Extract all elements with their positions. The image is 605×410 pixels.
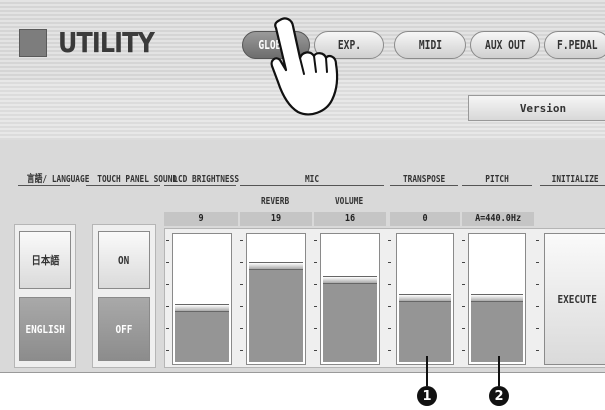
slider-tick — [240, 262, 243, 263]
execute-button[interactable]: EXECUTE — [544, 233, 605, 365]
page-title: UTILITY — [58, 26, 155, 59]
transpose-header: TRANSPOSE — [390, 174, 458, 186]
slider-tick — [462, 350, 465, 351]
slider-tick — [166, 306, 169, 307]
mic-header: MIC — [240, 174, 384, 186]
slider-tick — [240, 306, 243, 307]
slider-tick — [536, 284, 539, 285]
slider-tick — [462, 240, 465, 241]
slider-tick — [240, 350, 243, 351]
slider-tick — [388, 306, 391, 307]
lcd-brightness-slider[interactable] — [172, 233, 232, 365]
touch-sound-off-button[interactable]: OFF — [98, 297, 150, 361]
mic-volume-fill — [323, 282, 377, 362]
slider-tick — [314, 240, 317, 241]
slider-tick — [388, 284, 391, 285]
touch-sound-on-button[interactable]: ON — [98, 231, 150, 289]
slider-tick — [166, 350, 169, 351]
mic-reverb-slider[interactable] — [246, 233, 306, 365]
slider-tick — [388, 240, 391, 241]
language-english-button[interactable]: ENGLISH — [19, 297, 71, 361]
slider-tick — [388, 328, 391, 329]
mic-volume-value: 16 — [314, 212, 386, 226]
slider-tick — [240, 328, 243, 329]
slider-tick — [462, 262, 465, 263]
slider-tick — [536, 350, 539, 351]
pitch-header: PITCH — [462, 174, 532, 186]
lcd-brightness-fill — [175, 310, 229, 362]
slider-tick — [166, 328, 169, 329]
slider-tick — [240, 284, 243, 285]
slider-tick — [166, 284, 169, 285]
language-header: 言語/ LANGUAGE — [18, 174, 89, 186]
transpose-handle[interactable] — [399, 294, 451, 302]
mic-reverb-value: 19 — [240, 212, 312, 226]
slider-tick — [240, 240, 243, 241]
callout-2: 2 — [489, 386, 509, 406]
mic-reverb-fill — [249, 268, 303, 362]
tab-midi[interactable]: MIDI — [394, 31, 466, 59]
slider-tick — [462, 284, 465, 285]
pitch-value: A=440.0Hz — [462, 212, 534, 226]
pointing-hand-icon — [270, 17, 339, 116]
mic-volume-handle[interactable] — [323, 276, 377, 284]
utility-screen: UTILITY GLOBAL EXP. MIDI AUX OUT F.PEDAL… — [0, 0, 605, 373]
transpose-slider[interactable] — [396, 233, 454, 365]
mic-volume-label: VOLUME — [334, 196, 364, 207]
transpose-value: 0 — [390, 212, 460, 226]
slider-tick — [388, 350, 391, 351]
mic-reverb-label: REVERB — [260, 196, 290, 207]
initialize-header: INITIALIZE — [540, 174, 605, 186]
callout-1: 1 — [417, 386, 437, 406]
transpose-fill — [399, 300, 451, 362]
pitch-handle[interactable] — [471, 294, 523, 302]
slider-tick — [166, 262, 169, 263]
language-japanese-button[interactable]: 日本語 — [19, 231, 71, 289]
slider-tick — [536, 240, 539, 241]
slider-tick — [462, 328, 465, 329]
slider-tick — [536, 262, 539, 263]
slider-tick — [536, 306, 539, 307]
tab-aux-out[interactable]: AUX OUT — [470, 31, 540, 59]
slider-tick — [314, 284, 317, 285]
tab-f-pedal[interactable]: F.PEDAL — [544, 31, 605, 59]
lcd-brightness-handle[interactable] — [175, 304, 229, 312]
slider-tick — [536, 328, 539, 329]
lcd-brightness-value: 9 — [164, 212, 238, 226]
touch-panel-sound-panel: ON OFF — [92, 224, 156, 368]
pitch-slider[interactable] — [468, 233, 526, 365]
mic-volume-slider[interactable] — [320, 233, 380, 365]
slider-tick — [388, 262, 391, 263]
slider-tick — [166, 240, 169, 241]
touch-panel-sound-header: TOUCH PANEL SOUND — [86, 174, 177, 186]
page-icon — [19, 29, 47, 57]
lcd-brightness-header: LCD BRIGHTNESS — [164, 174, 239, 186]
pitch-fill — [471, 300, 523, 362]
slider-tick — [314, 262, 317, 263]
version-button[interactable]: Version — [468, 95, 605, 121]
slider-tick — [314, 306, 317, 307]
mic-reverb-handle[interactable] — [249, 262, 303, 270]
language-panel: 日本語 ENGLISH — [14, 224, 76, 368]
slider-tick — [314, 328, 317, 329]
slider-tick — [462, 306, 465, 307]
callout-line-2 — [498, 356, 500, 386]
slider-tick — [314, 350, 317, 351]
callout-line-1 — [426, 356, 428, 386]
